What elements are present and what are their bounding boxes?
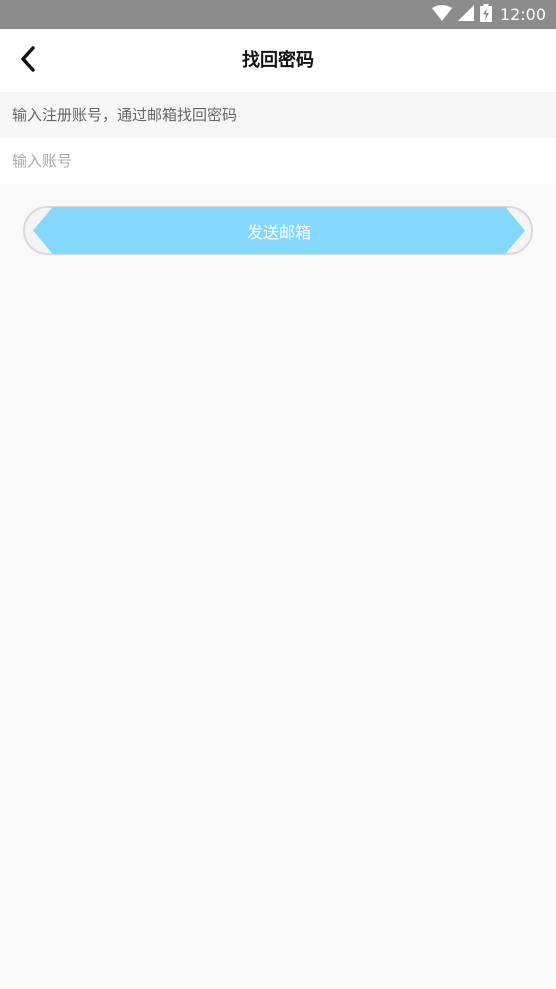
page-title: 找回密码 [242, 50, 314, 71]
send-email-button[interactable]: 发送邮箱 [33, 207, 525, 254]
status-bar: 12:00 [0, 0, 556, 29]
account-field-row [0, 138, 556, 184]
battery-icon [479, 3, 492, 26]
nav-bar: 找回密码 [0, 29, 556, 92]
chevron-left-icon [18, 45, 38, 77]
wifi-icon [431, 4, 452, 25]
instruction-text: 输入注册账号，通过邮箱找回密码 [0, 92, 556, 138]
signal-icon [457, 4, 474, 25]
back-button[interactable] [8, 41, 48, 81]
status-time: 12:00 [499, 5, 546, 24]
account-input[interactable] [0, 138, 556, 184]
